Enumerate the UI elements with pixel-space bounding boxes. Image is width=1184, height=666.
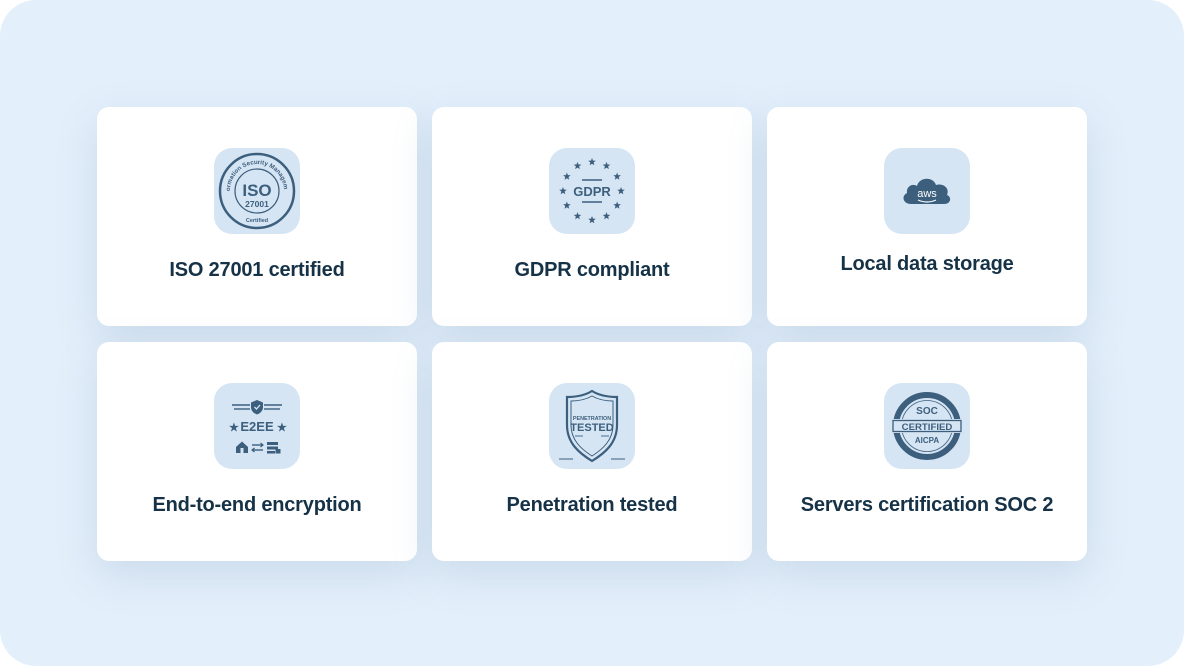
- soc-certified-seal-icon: SOC CERTIFIED AICPA: [884, 383, 970, 469]
- pentest-badge-main: TESTED: [570, 422, 613, 434]
- soc-badge-bottom: AICPA: [915, 436, 940, 445]
- aws-cloud-icon: aws: [884, 148, 970, 234]
- gdpr-star: [563, 201, 571, 209]
- feature-label: Penetration tested: [506, 494, 678, 516]
- soc-badge-main: CERTIFIED: [902, 422, 953, 433]
- gdpr-star: [573, 161, 582, 170]
- gdpr-star: [613, 201, 621, 209]
- feature-card-aws: aws Local data storage: [767, 107, 1087, 326]
- gdpr-star: [602, 212, 611, 220]
- feature-card-soc: SOC CERTIFIED AICPA Servers certificatio…: [767, 342, 1087, 561]
- feature-label: GDPR compliant: [514, 259, 670, 281]
- feature-card-gdpr: GDPR GDPR compliant: [432, 107, 752, 326]
- feature-card-e2ee: ★ ★ E2EE End-to-end encryption: [97, 342, 417, 561]
- feature-grid: Information Security Management ISO 2700…: [97, 107, 1087, 561]
- e2ee-encryption-icon: ★ ★ E2EE: [214, 383, 300, 469]
- gdpr-stars-icon: GDPR: [549, 148, 635, 234]
- iso-27001-badge-icon: Information Security Management ISO 2700…: [214, 148, 300, 234]
- gdpr-star: [602, 161, 611, 170]
- svg-text:★: ★: [277, 422, 287, 434]
- e2ee-badge-main: E2EE: [240, 419, 274, 434]
- gdpr-star: [559, 187, 567, 195]
- gdpr-star: [617, 187, 625, 195]
- gdpr-badge-main: GDPR: [573, 184, 611, 199]
- iso-badge-bottom: Certified: [246, 218, 268, 224]
- soc-badge-top: SOC: [916, 406, 938, 417]
- security-features-panel: Information Security Management ISO 2700…: [0, 0, 1184, 666]
- gdpr-star: [613, 172, 621, 180]
- feature-card-pentest: PENETRATION TESTED Penetration tested: [432, 342, 752, 561]
- feature-card-iso: Information Security Management ISO 2700…: [97, 107, 417, 326]
- iso-badge-main: ISO: [242, 181, 271, 200]
- gdpr-star: [588, 158, 596, 166]
- feature-label: Servers certification SOC 2: [800, 494, 1054, 516]
- gdpr-star: [573, 212, 582, 220]
- gdpr-star: [563, 172, 571, 180]
- penetration-tested-shield-icon: PENETRATION TESTED: [549, 383, 635, 469]
- feature-label: End-to-end encryption: [152, 494, 362, 516]
- feature-label: ISO 27001 certified: [169, 259, 345, 281]
- feature-label: Local data storage: [840, 253, 1014, 275]
- svg-text:★: ★: [229, 422, 239, 434]
- iso-badge-number: 27001: [245, 199, 269, 209]
- gdpr-star: [588, 216, 596, 224]
- aws-badge-main: aws: [917, 188, 937, 200]
